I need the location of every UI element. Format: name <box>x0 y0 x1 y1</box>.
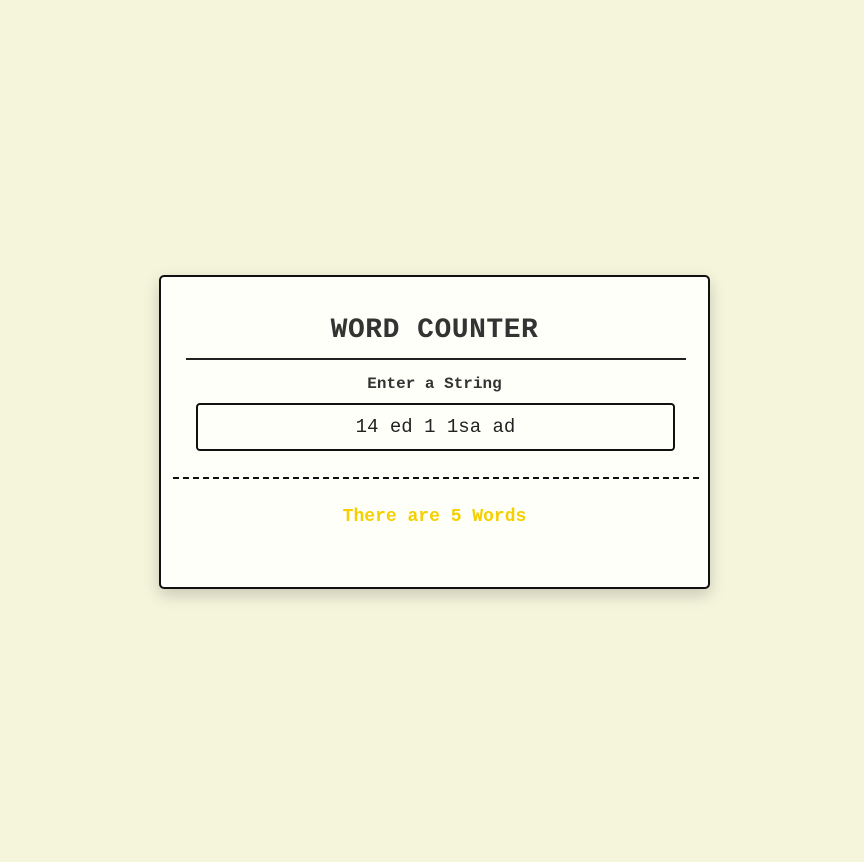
string-input[interactable] <box>196 403 675 451</box>
input-label: Enter a String <box>367 375 502 393</box>
word-count-result: There are 5 Words <box>342 507 527 527</box>
word-counter-card: WORD COUNTER Enter a String There are 5 … <box>159 275 710 589</box>
dashed-divider <box>173 477 699 479</box>
title-divider <box>186 358 686 360</box>
page-title: WORD COUNTER <box>330 315 539 346</box>
